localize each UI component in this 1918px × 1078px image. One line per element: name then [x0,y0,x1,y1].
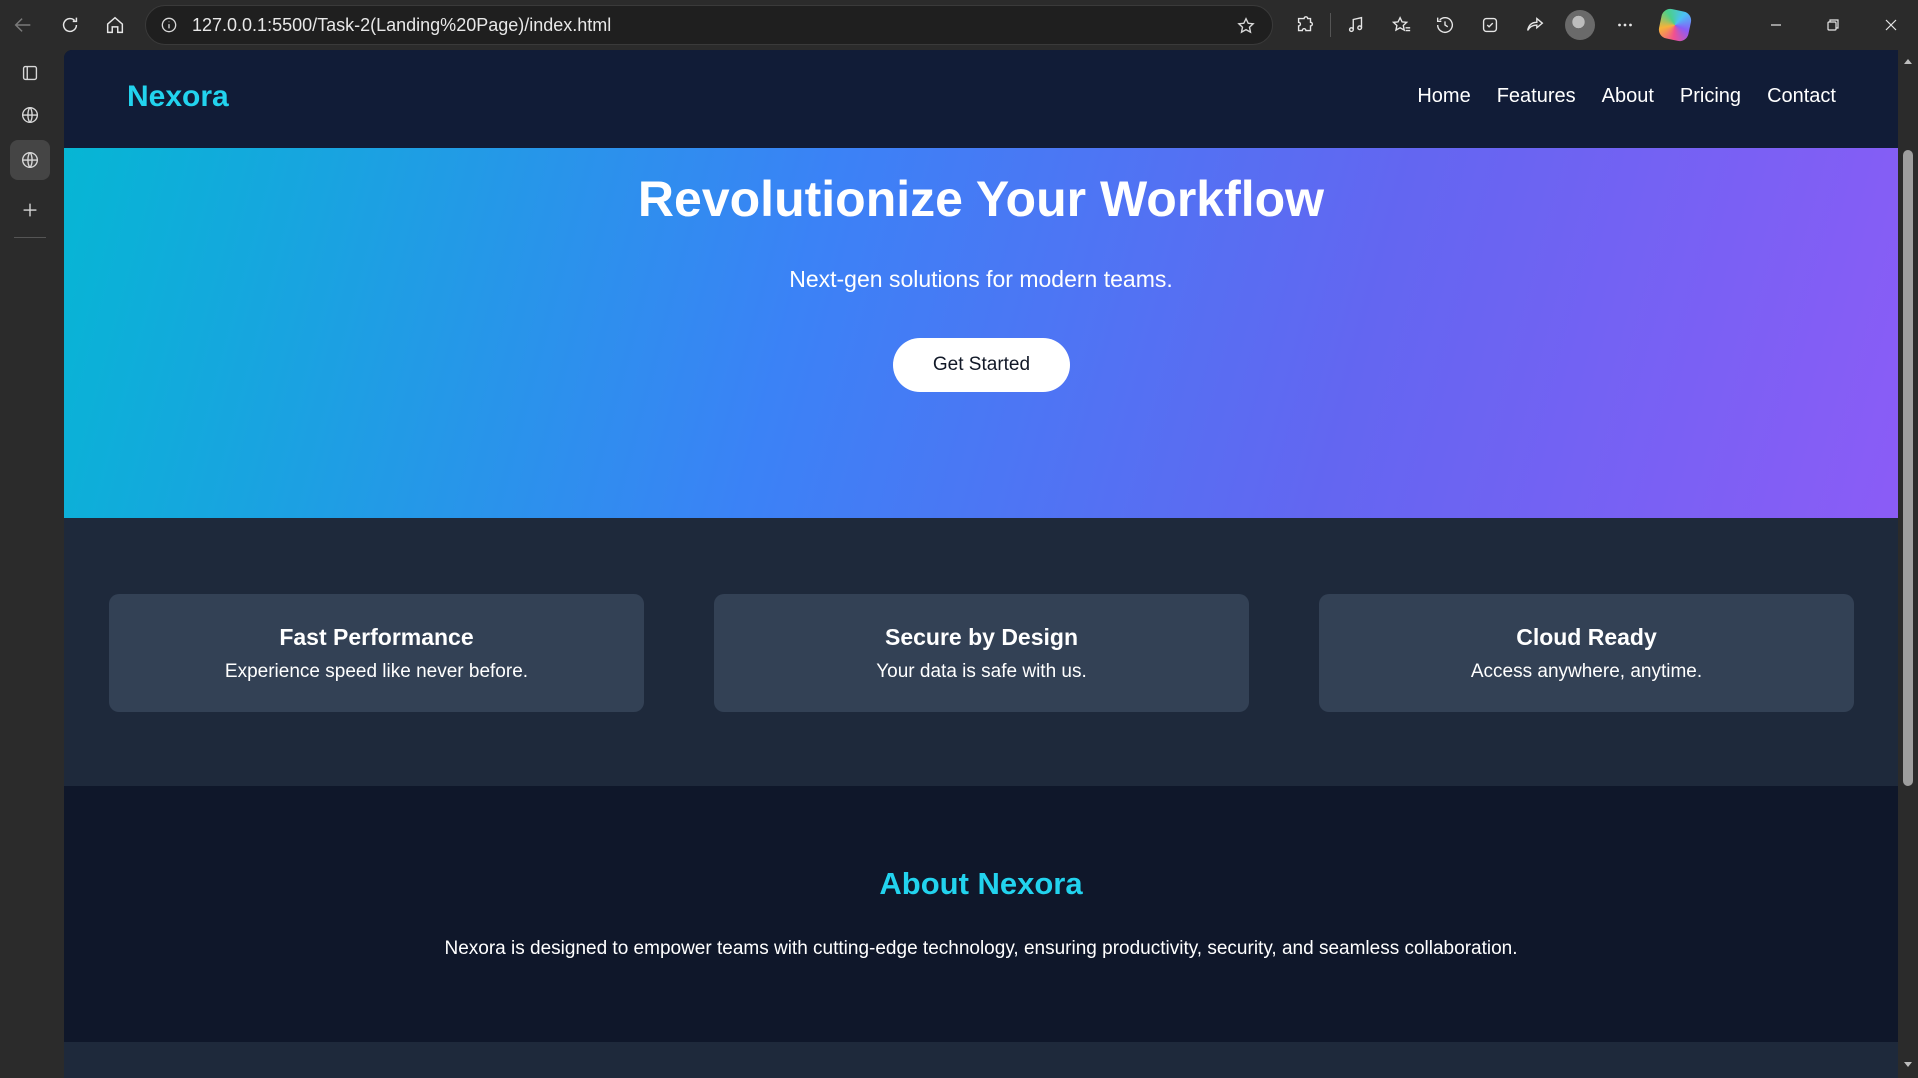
favorites-icon[interactable] [1384,8,1418,42]
next-section-edge [64,1042,1898,1078]
feature-card-title: Fast Performance [279,624,474,650]
site-navbar: Nexora Home Features About Pricing Conta… [64,50,1898,148]
scroll-down-icon[interactable] [1902,1058,1914,1070]
globe-icon[interactable] [10,95,50,135]
history-icon[interactable] [1428,8,1462,42]
url-text[interactable]: 127.0.0.1:5500/Task-2(Landing%20Page)/in… [192,15,611,36]
site-info-icon[interactable] [156,12,182,38]
extensions-icon[interactable] [1288,8,1322,42]
minimize-icon[interactable] [1751,8,1801,42]
reload-icon[interactable] [53,8,87,42]
nav-link-features[interactable]: Features [1497,85,1576,108]
feature-card: Fast Performance Experience speed like n… [109,594,644,712]
feature-card-text: Access anywhere, anytime. [1470,661,1703,682]
collections-icon[interactable] [1473,8,1507,42]
nav-link-contact[interactable]: Contact [1767,85,1836,108]
feature-card: Cloud Ready Access anywhere, anytime. [1319,594,1854,712]
copilot-icon[interactable] [1657,7,1693,43]
hero-title: Revolutionize Your Workflow [637,171,1325,227]
scrollbar-thumb[interactable] [1903,150,1913,786]
back-arrow-icon[interactable] [6,8,40,42]
nav-link-about[interactable]: About [1602,85,1654,108]
feature-card-title: Cloud Ready [1516,624,1657,650]
about-title: About Nexora [879,866,1083,901]
feature-card-text: Your data is safe with us. [876,661,1087,682]
nav-link-home[interactable]: Home [1417,85,1470,108]
address-bar[interactable]: 127.0.0.1:5500/Task-2(Landing%20Page)/in… [145,5,1273,45]
page-scrollbar[interactable] [1898,50,1918,1078]
add-icon[interactable] [10,190,50,230]
scroll-up-icon[interactable] [1902,56,1914,68]
about-text: Nexora is designed to empower teams with… [444,938,1518,959]
restore-icon[interactable] [1808,8,1858,42]
hero-subtitle: Next-gen solutions for modern teams. [789,266,1173,292]
browser-toolbar: 127.0.0.1:5500/Task-2(Landing%20Page)/in… [0,0,1918,50]
brand-logo[interactable]: Nexora [127,80,229,114]
close-icon[interactable] [1866,8,1916,42]
profile-avatar-icon[interactable] [1565,10,1595,40]
hero-section: Revolutionize Your Workflow Next-gen sol… [64,148,1898,518]
favorite-star-icon[interactable] [1232,12,1260,40]
toolbar-divider [1330,13,1331,37]
feature-card-text: Experience speed like never before. [224,661,529,682]
share-icon[interactable] [1518,8,1552,42]
feature-card: Secure by Design Your data is safe with … [714,594,1249,712]
home-icon[interactable] [98,8,132,42]
get-started-button[interactable]: Get Started [893,338,1070,392]
nav-links: Home Features About Pricing Contact [1417,85,1836,108]
sidebar-divider [14,237,46,238]
tab-actions-icon[interactable] [10,53,50,93]
globe-active-icon[interactable] [10,140,50,180]
more-options-icon[interactable] [1608,8,1642,42]
features-section: Fast Performance Experience speed like n… [64,518,1898,786]
feature-card-title: Secure by Design [884,624,1079,650]
page-viewport: Nexora Home Features About Pricing Conta… [64,50,1898,1078]
nav-link-pricing[interactable]: Pricing [1680,85,1741,108]
vertical-tabs-sidebar [0,50,64,1078]
read-aloud-icon[interactable] [1339,8,1373,42]
about-section: About Nexora Nexora is designed to empow… [64,786,1898,1042]
